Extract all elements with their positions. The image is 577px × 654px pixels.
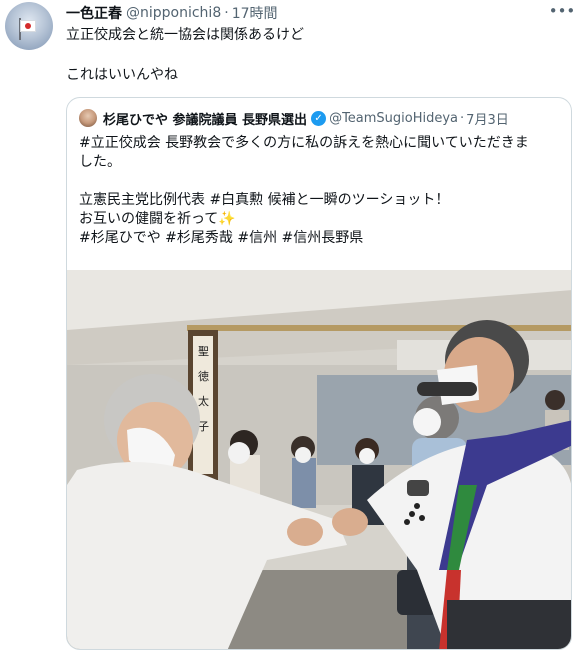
quoted-date: 7月3日 [466,112,509,128]
svg-text:徳: 徳 [198,370,209,383]
more-horizontal-icon[interactable]: ••• [549,0,576,22]
verified-badge-icon: ✓ [311,110,327,126]
quoted-header: 杉尾ひでや 参議院議員 長野県選出 ✓ @TeamSugioHideya · 7… [79,108,509,128]
quoted-text-line: お互いの健闘を祈って✨ [79,210,563,229]
tweet-text-line: これはいいんやね [66,67,178,83]
quoted-photo[interactable]: 聖 徳 太 子 [67,270,571,649]
japan-flag-icon [20,20,36,32]
separator-dot: · [224,5,229,21]
separator-dot: · [460,110,465,126]
quoted-author-name: 杉尾ひでや 参議院議員 長野県選出 [103,112,308,128]
author-handle[interactable]: @nipponichi8 [126,5,221,21]
tweet-time[interactable]: 17時間 [232,3,278,23]
tweet-text-line: 立正佼成会と統一協会は関係あるけど [66,27,304,43]
svg-text:太: 太 [198,395,209,408]
tweet[interactable]: 一色正春 @nipponichi8 · 17時間 ••• 立正佼成会と統一協会は… [0,0,577,654]
author-avatar[interactable] [5,2,53,50]
photo-illustration: 聖 徳 太 子 [67,270,571,649]
sparkles-icon: ✨ [218,211,236,227]
author-name[interactable]: 一色正春 [66,3,122,23]
quoted-text-line: #立正佼成会 長野教会で多くの方に私の訴えを熱心に聞いていただきま [79,135,529,151]
quoted-text: #立正佼成会 長野教会で多くの方に私の訴えを熱心に聞いていただきま した。 立憲… [79,134,563,248]
quoted-tweet[interactable]: 杉尾ひでや 参議院議員 長野県選出 ✓ @TeamSugioHideya · 7… [66,97,572,650]
quoted-text-line: した。 [79,154,121,170]
quoted-text-line: 立憲民主党比例代表 #白真勲 候補と一瞬のツーショット！ [79,192,450,208]
tweet-header: 一色正春 @nipponichi8 · 17時間 [66,4,278,22]
quoted-hashtags: #杉尾ひでや #杉尾秀哉 #信州 #信州長野県 [79,230,364,246]
quoted-avatar [79,109,97,127]
quoted-text-segment: お互いの健闘を祈って [79,211,219,227]
svg-text:聖: 聖 [198,345,209,358]
tweet-text: 立正佼成会と統一協会は関係あるけど これはいいんやね [66,26,566,84]
quoted-author-handle: @TeamSugioHideya [329,110,459,126]
